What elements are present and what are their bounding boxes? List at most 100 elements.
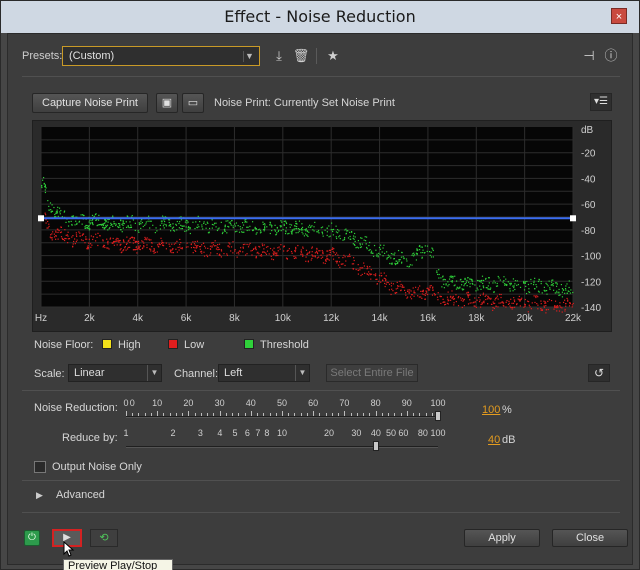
favorite-star-icon[interactable]: ★ <box>324 47 342 65</box>
open-folder-icon[interactable]: ▭ <box>182 93 204 113</box>
data-point <box>418 296 420 298</box>
data-point <box>168 225 170 227</box>
data-point <box>260 253 262 256</box>
data-point <box>331 229 333 231</box>
window-close-button[interactable]: × <box>611 8 627 24</box>
data-point <box>211 223 214 226</box>
data-point <box>320 254 322 256</box>
save-noise-print-icon[interactable]: ▣ <box>156 93 178 113</box>
data-point <box>141 221 144 224</box>
data-point <box>516 284 518 286</box>
data-point <box>234 225 237 227</box>
data-point <box>425 291 428 293</box>
data-point <box>543 286 545 288</box>
apply-button[interactable]: Apply <box>464 529 540 547</box>
data-point <box>310 226 312 228</box>
data-point <box>220 249 222 251</box>
data-point <box>180 216 182 218</box>
data-point <box>326 256 328 258</box>
power-toggle-icon[interactable]: ⏻ <box>24 530 40 546</box>
data-point <box>242 247 244 249</box>
data-point <box>256 232 258 234</box>
data-point <box>335 260 337 262</box>
data-point <box>106 238 108 240</box>
routing-icon[interactable]: ⊣ <box>580 47 598 65</box>
data-point <box>362 267 364 269</box>
data-point <box>432 289 434 291</box>
data-point <box>130 226 133 228</box>
scale-dropdown[interactable]: Linear ▼ <box>68 364 162 382</box>
channel-dropdown[interactable]: Left ▼ <box>218 364 310 382</box>
data-point <box>270 255 272 257</box>
noise-reduction-thumb[interactable] <box>435 411 441 421</box>
data-point <box>280 226 282 228</box>
data-point <box>551 279 553 281</box>
data-point <box>67 231 69 233</box>
data-point <box>203 251 205 253</box>
data-point <box>175 248 177 250</box>
save-preset-icon[interactable]: ⤓ <box>270 47 288 65</box>
data-point <box>126 242 128 244</box>
data-point <box>349 231 351 233</box>
reduce-by-thumb[interactable] <box>372 441 379 451</box>
data-point <box>136 241 139 243</box>
capture-noise-print-button[interactable]: Capture Noise Print <box>32 93 148 113</box>
data-point <box>490 297 492 300</box>
select-entire-file-button[interactable]: Select Entire File <box>326 364 418 382</box>
noise-reduction-track[interactable] <box>126 416 438 418</box>
chevron-down-icon: ▼ <box>243 51 255 62</box>
loop-playback-icon[interactable]: ⟲ <box>90 529 118 547</box>
data-point <box>344 229 346 231</box>
data-point <box>512 306 514 309</box>
data-point <box>42 176 45 179</box>
data-point <box>497 298 499 300</box>
info-icon[interactable]: ⓘ <box>602 47 620 65</box>
noise-reduction-value[interactable]: 100 <box>482 404 500 416</box>
reduce-by-value[interactable]: 40 <box>488 434 500 446</box>
output-noise-only-checkbox[interactable] <box>34 461 46 473</box>
data-point <box>155 227 157 229</box>
data-point <box>224 226 226 228</box>
data-point <box>566 297 568 300</box>
reset-curve-icon[interactable]: ↺ <box>588 364 610 382</box>
data-point <box>129 237 132 239</box>
slider-tick-label: 60 <box>308 398 319 408</box>
data-point <box>205 223 207 226</box>
data-point <box>349 235 351 238</box>
data-point <box>555 305 557 307</box>
data-point <box>41 186 43 189</box>
data-point <box>357 247 360 249</box>
data-point <box>145 221 147 223</box>
data-point <box>96 236 98 238</box>
data-point <box>375 273 377 275</box>
data-point <box>60 231 63 233</box>
data-point <box>318 256 320 258</box>
data-point <box>175 242 177 244</box>
data-point <box>535 296 537 299</box>
slider-tick-label: 0 <box>129 398 135 408</box>
data-point <box>509 284 511 286</box>
close-button[interactable]: Close <box>552 529 628 547</box>
graph-menu-icon[interactable]: ▾☰ <box>590 93 612 111</box>
data-point <box>359 243 361 245</box>
data-point <box>102 224 104 226</box>
data-point <box>488 282 490 284</box>
data-point <box>507 281 509 283</box>
slider-tick-label: 1 <box>123 428 129 438</box>
presets-row: Presets: (Custom) ▼ ⤓ 🗑 ★ ⊣ ⓘ <box>22 46 620 68</box>
data-point <box>545 309 548 311</box>
data-point <box>213 222 216 224</box>
data-point <box>402 256 404 258</box>
reduce-by-track[interactable] <box>126 446 438 448</box>
slider-tick-label: 90 <box>401 398 412 408</box>
x-tick-label: 2k <box>84 313 96 324</box>
noise-graph[interactable]: Hz 2k 4k 6k 8k 10k 12k 14k 16k 18k 20k 22k dB -20 -40-… <box>32 120 612 332</box>
data-point <box>425 290 427 292</box>
data-point <box>83 214 85 217</box>
data-point <box>397 285 399 287</box>
data-point <box>523 289 526 291</box>
delete-preset-icon[interactable]: 🗑 <box>292 47 310 65</box>
data-point <box>50 209 52 211</box>
presets-dropdown[interactable]: (Custom) ▼ <box>62 46 260 66</box>
data-point <box>443 278 445 280</box>
